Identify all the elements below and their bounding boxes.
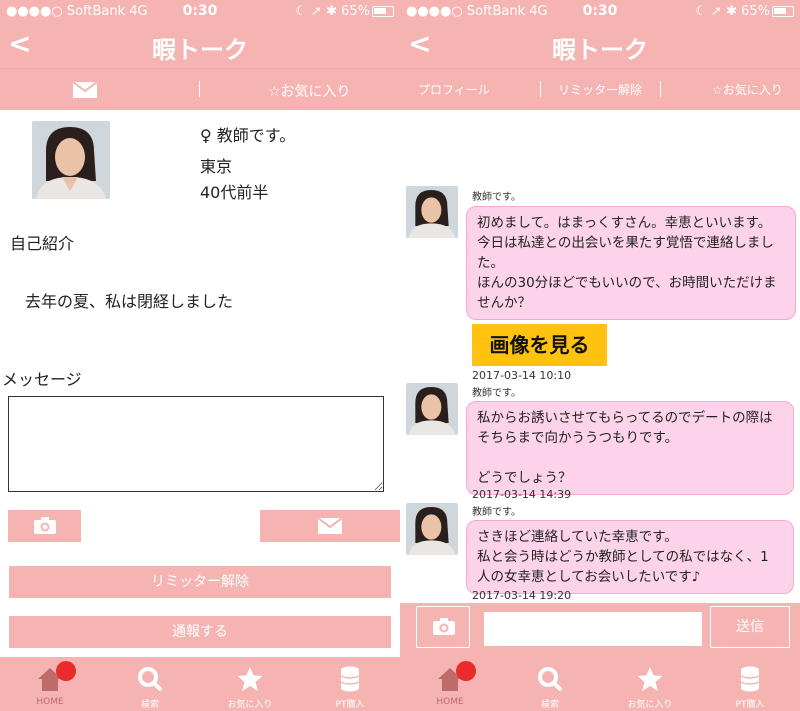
tab-label: HOME [436,697,464,707]
star-icon [637,667,663,691]
sender-name: 教師です。 [472,388,521,399]
tab-search[interactable]: 検索 [500,657,600,711]
mail-icon [317,517,343,534]
message-line: 今日は私達との出会いを果たす覚悟で連絡しまし [477,235,774,251]
notification-badge [456,661,476,681]
coins-icon [740,666,760,692]
message-line [477,448,783,468]
favorite-link[interactable]: ☆お気に入り [712,81,783,98]
coins-icon [340,666,360,692]
divider [199,81,200,97]
status-indicators: ☾ ➚ ✱ 65% [295,4,370,19]
tab-favorites[interactable]: お気に入り [600,657,700,711]
message-line: 初めまして。はまっくすさん。幸恵といいます。 [477,215,772,231]
notification-badge [56,661,76,681]
tab-pt-purchase[interactable]: PT購入 [300,657,400,711]
send-mail-button[interactable] [260,510,400,542]
limiter-release-link[interactable]: リミッター解除 [558,81,642,98]
profile-subbar: ☆お気に入り [0,68,400,110]
timestamp: 2017-03-14 10:10 [472,369,572,382]
divider [660,81,661,97]
camera-icon [33,517,56,534]
intro-text: 去年の夏、私は閉経しました [25,292,234,311]
tab-bar: HOME 検索 お気に入り PT購入 [400,657,800,711]
tab-home[interactable]: HOME [0,657,100,711]
search-icon [538,667,563,692]
header: ●●●●○ SoftBank 4G 0:30 ☾ ➚ ✱ 65% < 暇トーク [400,0,800,68]
message-textarea[interactable] [8,396,384,492]
battery-icon [772,6,794,17]
message-bubble: 私からお誘いさせてもらってるのでデートの際は そちらまで向かううつもりです。 ど… [466,401,794,495]
message-bubble: 初めまして。はまっくすさん。幸恵といいます。 今日は私達との出会いを果たす覚悟で… [466,206,796,320]
message-line: さきほど連絡していた幸恵です。 [477,529,678,545]
message-line: 人の女幸恵としてお会いしたいです♪ [477,569,701,585]
age-range: 40代前半 [200,183,269,202]
status-bar: ●●●●○ SoftBank 4G 0:30 ☾ ➚ ✱ 65% [0,0,400,22]
intro-heading: 自己紹介 [10,234,75,253]
status-indicators: ☾ ➚ ✱ 65% [695,4,770,19]
tab-home[interactable]: HOME [400,657,500,711]
message-line: た。 [477,255,504,271]
avatar[interactable] [406,383,458,435]
mail-icon[interactable] [72,81,98,103]
profile-link[interactable]: プロフィール [418,81,490,98]
tab-label: お気に入り [627,700,673,710]
search-icon [138,667,163,692]
app-title: 暇トーク [152,36,248,64]
report-button[interactable]: 通報する [9,616,391,648]
tab-favorites[interactable]: お気に入り [200,657,300,711]
app-title: 暇トーク [552,36,648,64]
tab-label: PT購入 [335,700,365,710]
location: 東京 [200,157,233,176]
camera-button[interactable] [8,510,81,542]
sender-name: 教師です。 [472,507,521,518]
tab-label: PT購入 [735,700,765,710]
tab-pt-purchase[interactable]: PT購入 [700,657,800,711]
camera-button[interactable] [416,606,470,648]
tab-search[interactable]: 検索 [100,657,200,711]
sender-name: 教師です。 [472,192,521,203]
message-bubble: さきほど連絡していた幸恵です。 私と会う時はどうか教師としての私ではなく、1 人… [466,520,794,594]
star-icon [237,667,263,691]
tab-label: HOME [36,697,64,707]
message-line: ほんの30分ほどでもいいので、お時間いただけま [477,275,777,291]
limiter-release-button[interactable]: リミッター解除 [9,566,391,598]
message-heading: メッセージ [2,370,82,389]
send-button[interactable]: 送信 [710,606,790,648]
profile-screen: ●●●●○ SoftBank 4G 0:30 ☾ ➚ ✱ 65% < 暇トーク … [0,0,400,711]
tab-label: お気に入り [227,700,273,710]
gender-occupation: ♀ 教師です。 [200,126,296,145]
view-image-button[interactable]: 画像を見る [472,324,607,366]
chat-message-input[interactable] [484,612,702,646]
avatar[interactable] [406,503,458,555]
message-line: せんか？ [477,295,531,311]
tab-label: 検索 [140,700,159,710]
avatar[interactable] [406,186,458,238]
timestamp: 2017-03-14 19:20 [472,589,572,602]
message-line: 私からお誘いさせてもらってるのでデートの際は [477,410,773,426]
tab-bar: HOME 検索 お気に入り PT購入 [0,657,400,711]
avatar[interactable] [32,121,110,199]
divider [540,81,541,97]
message-line: そちらまで向かううつもりです。 [477,430,679,446]
message-line: 私と会う時はどうか教師としての私ではなく、1 [477,549,769,565]
header: ●●●●○ SoftBank 4G 0:30 ☾ ➚ ✱ 65% < 暇トーク [0,0,400,68]
timestamp: 2017-03-14 14:39 [472,488,572,501]
tab-label: 検索 [540,700,559,710]
favorite-button[interactable]: ☆お気に入り [268,81,351,101]
battery-icon [372,6,394,17]
status-bar: ●●●●○ SoftBank 4G 0:30 ☾ ➚ ✱ 65% [400,0,800,22]
camera-icon [433,618,455,635]
message-line: どうでしょう？ [477,470,572,486]
chat-subbar: プロフィール リミッター解除 ☆お気に入り [400,68,800,110]
